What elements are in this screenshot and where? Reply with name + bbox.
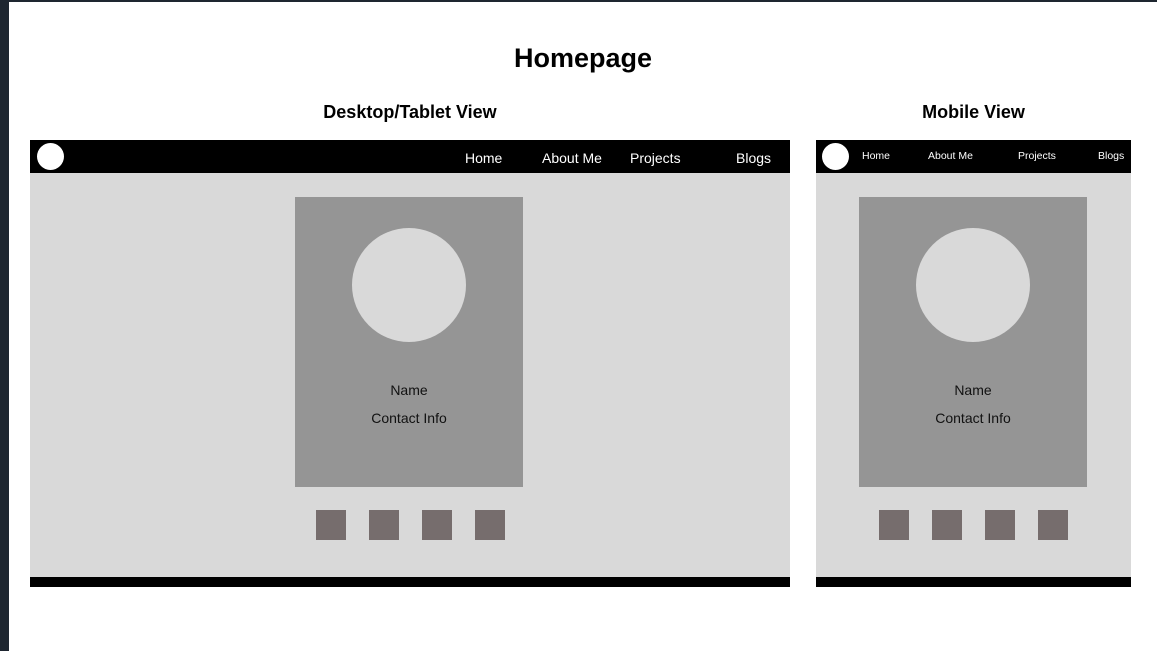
social-icon[interactable] [316, 510, 346, 540]
logo-circle[interactable] [37, 143, 64, 170]
nav-projects[interactable]: Projects [1018, 150, 1056, 162]
nav-about-me[interactable]: About Me [928, 150, 973, 162]
nav-blogs[interactable]: Blogs [1098, 150, 1124, 162]
social-icon[interactable] [1038, 510, 1068, 540]
social-icon[interactable] [475, 510, 505, 540]
mobile-frame: Home About Me Projects Blogs Name Contac… [816, 140, 1131, 587]
nav-projects[interactable]: Projects [630, 150, 681, 166]
social-icon[interactable] [879, 510, 909, 540]
profile-card: Name Contact Info [859, 197, 1087, 487]
desktop-footer [30, 577, 790, 587]
desktop-frame: Home About Me Projects Blogs Name Contac… [30, 140, 790, 587]
logo-circle[interactable] [822, 143, 849, 170]
desktop-navbar: Home About Me Projects Blogs [30, 140, 790, 173]
social-icon[interactable] [932, 510, 962, 540]
social-icon[interactable] [369, 510, 399, 540]
avatar [916, 228, 1030, 342]
nav-home[interactable]: Home [465, 150, 502, 166]
page-title: Homepage [513, 43, 653, 73]
nav-about-me[interactable]: About Me [542, 150, 602, 166]
nav-home[interactable]: Home [862, 150, 890, 162]
avatar [352, 228, 466, 342]
mobile-navbar: Home About Me Projects Blogs [816, 140, 1131, 173]
mobile-footer [816, 577, 1131, 587]
mobile-view-title: Mobile View [922, 102, 1025, 122]
nav-blogs[interactable]: Blogs [736, 150, 771, 166]
profile-name: Name [954, 382, 992, 398]
profile-card: Name Contact Info [295, 197, 523, 487]
profile-contact-info: Contact Info [935, 410, 1011, 426]
wireframe-canvas: Homepage Desktop/Tablet View Mobile View… [9, 2, 1157, 651]
profile-name: Name [390, 382, 428, 398]
social-icon[interactable] [985, 510, 1015, 540]
social-icon[interactable] [422, 510, 452, 540]
profile-contact-info: Contact Info [371, 410, 447, 426]
desktop-view-title: Desktop/Tablet View [323, 102, 497, 122]
